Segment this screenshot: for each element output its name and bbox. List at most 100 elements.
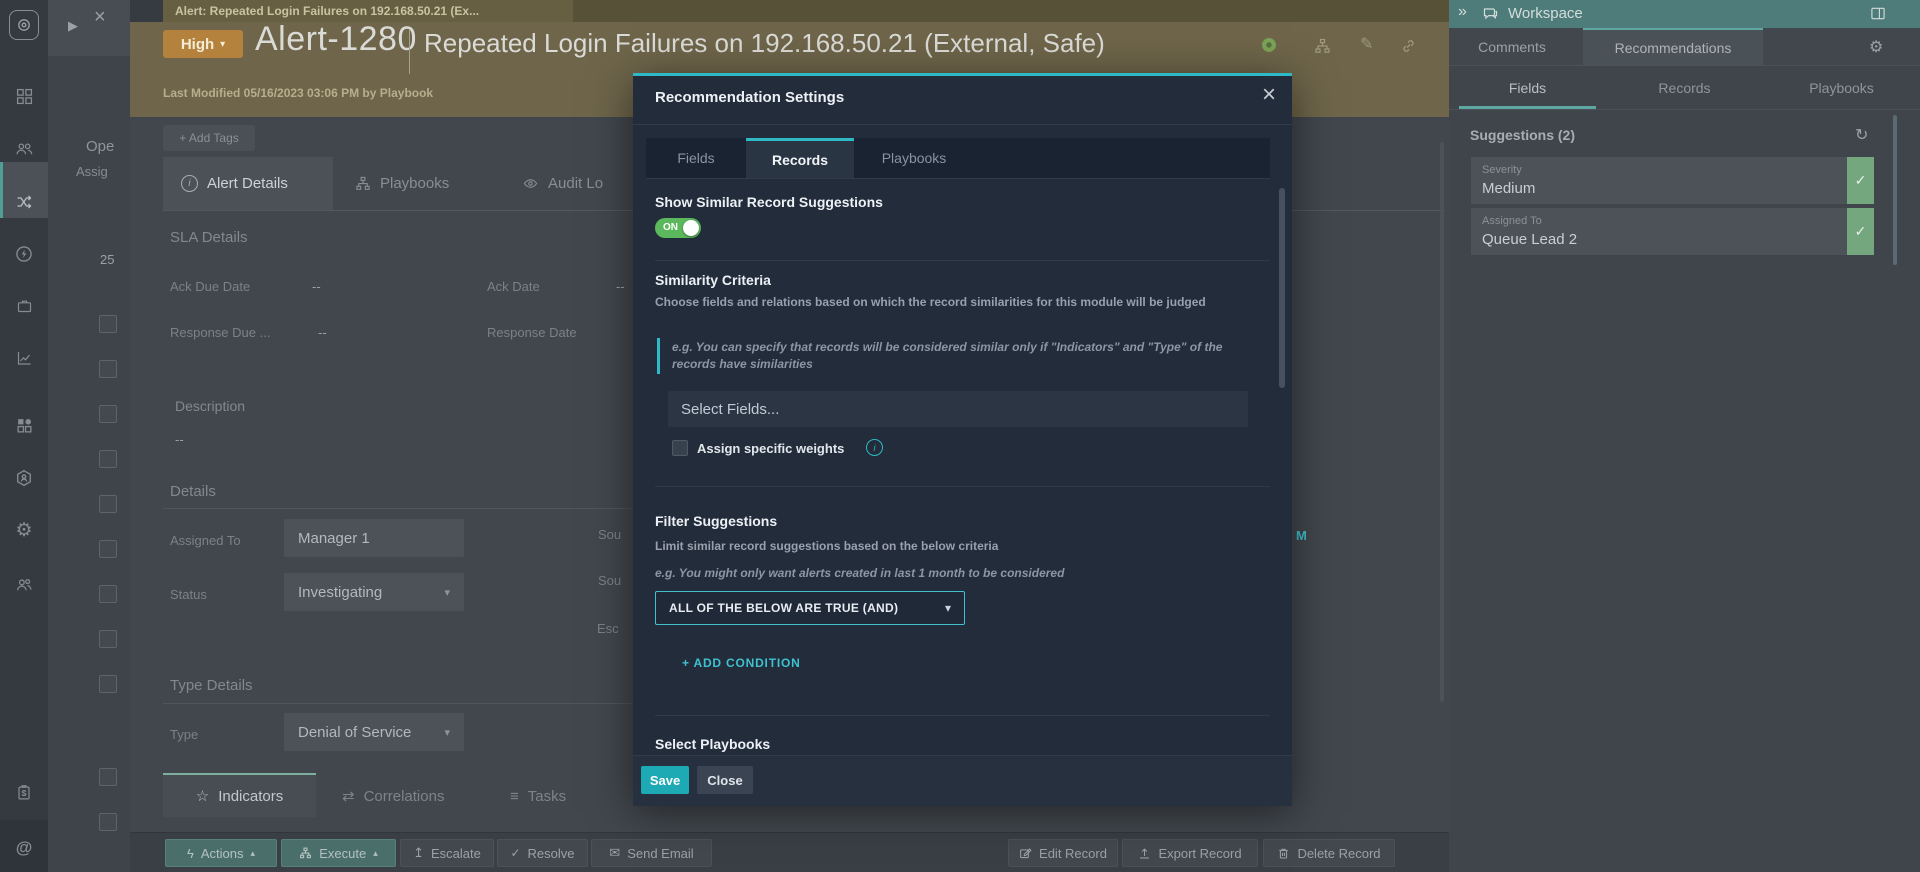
alert-title: Repeated Login Failures on 192.168.50.21… xyxy=(424,28,1105,59)
record-checkbox[interactable] xyxy=(99,768,117,786)
execute-button[interactable]: Execute ▴ xyxy=(281,839,396,867)
workspace-tab-comments[interactable]: Comments xyxy=(1452,28,1572,66)
resolve-check-icon: ✓ xyxy=(510,846,520,860)
delete-record-button[interactable]: Delete Record xyxy=(1263,839,1395,867)
playbook-running-icon[interactable] xyxy=(1260,36,1278,54)
weights-info-icon[interactable]: i xyxy=(866,439,883,456)
suggestions-heading: Suggestions (2) xyxy=(1470,127,1575,143)
select-fields-input[interactable]: Select Fields... xyxy=(668,391,1248,427)
app-logo[interactable] xyxy=(9,10,39,40)
tab-alert-details[interactable]: i Alert Details xyxy=(163,157,333,210)
nav-users-icon[interactable] xyxy=(12,572,36,596)
response-due-label: Response Due ... xyxy=(170,325,270,340)
resolve-button[interactable]: ✓ Resolve xyxy=(497,839,588,867)
modal-close-icon[interactable]: × xyxy=(1262,81,1276,109)
content-scrollbar[interactable] xyxy=(1440,142,1444,702)
close-panel-icon[interactable]: × xyxy=(94,6,106,29)
visual-correlation-icon[interactable] xyxy=(1314,38,1331,54)
nav-dashboard-icon[interactable] xyxy=(12,84,36,108)
nav-automation-icon[interactable] xyxy=(12,242,36,266)
record-checkbox[interactable] xyxy=(99,450,117,468)
export-record-button[interactable]: Export Record xyxy=(1122,839,1258,867)
workspace-scrollbar[interactable] xyxy=(1893,115,1897,265)
record-checkbox[interactable] xyxy=(99,405,117,423)
assign-weights-checkbox[interactable] xyxy=(672,440,688,456)
accept-suggestion-button[interactable]: ✓ xyxy=(1847,157,1874,204)
workspace-subtab-fields-label: Fields xyxy=(1509,80,1546,96)
type-value: Denial of Service xyxy=(298,724,411,741)
edit-record-button[interactable]: Edit Record xyxy=(1008,839,1118,867)
record-checkbox[interactable] xyxy=(99,540,117,558)
filter-suggestions-heading: Filter Suggestions xyxy=(655,513,777,529)
eye-icon xyxy=(522,176,539,191)
nav-team-icon[interactable] xyxy=(12,136,36,160)
severity-badge[interactable]: High ▾ xyxy=(163,30,243,58)
nav-widgets-icon[interactable] xyxy=(12,413,36,437)
edit-icon[interactable]: ✎ xyxy=(1360,34,1373,54)
assigned-to-field[interactable]: Manager 1 xyxy=(284,519,464,557)
condition-operator-select[interactable]: ALL OF THE BELOW ARE TRUE (AND) ▾ xyxy=(655,591,965,625)
tasks-icon: ≡ xyxy=(510,788,519,805)
link-icon[interactable] xyxy=(1400,38,1417,54)
workspace-tab-recommendations[interactable]: Recommendations xyxy=(1583,28,1763,66)
source2-label-fragment: Sou xyxy=(598,573,621,588)
modal-tab-fields[interactable]: Fields xyxy=(646,138,746,178)
collapse-workspace-icon[interactable]: » xyxy=(1458,3,1467,21)
tab-audit-log[interactable]: Audit Lo xyxy=(522,157,634,210)
logo-target-icon xyxy=(16,17,32,33)
tab-tasks[interactable]: ≡ Tasks xyxy=(510,775,590,817)
split-panel-icon[interactable] xyxy=(1870,6,1886,21)
nav-security-icon[interactable] xyxy=(12,466,36,490)
record-tab-strip: Alert: Repeated Login Failures on 192.16… xyxy=(130,0,1449,22)
add-tags-button[interactable]: + Add Tags xyxy=(163,125,255,151)
open-record-tab[interactable]: Alert: Repeated Login Failures on 192.16… xyxy=(163,0,573,22)
modal-scrollbar[interactable] xyxy=(1279,188,1285,388)
modal-tab-records-label: Records xyxy=(772,152,828,168)
nav-cases-icon[interactable] xyxy=(12,294,36,318)
record-checkbox[interactable] xyxy=(99,315,117,333)
nav-incidents-icon[interactable] xyxy=(12,190,36,214)
actions-button[interactable]: ϟ Actions ▴ xyxy=(165,839,277,867)
escalate-button[interactable]: ↥ Escalate xyxy=(400,839,494,867)
record-checkbox[interactable] xyxy=(99,360,117,378)
close-button-label: Close xyxy=(707,773,742,788)
send-email-button[interactable]: ✉ Send Email xyxy=(591,839,712,867)
modal-section-divider xyxy=(655,486,1270,487)
tab-strip-stub xyxy=(130,0,163,22)
show-similar-toggle[interactable]: ON xyxy=(655,218,701,238)
modal-tab-records[interactable]: Records xyxy=(746,138,854,178)
workspace-subtab-fields[interactable]: Fields xyxy=(1449,66,1606,110)
record-checkbox[interactable] xyxy=(99,813,117,831)
modal-tab-playbooks[interactable]: Playbooks xyxy=(854,138,974,178)
accept-suggestion-button[interactable]: ✓ xyxy=(1847,208,1874,255)
refresh-suggestions-icon[interactable]: ↻ xyxy=(1855,125,1868,145)
nav-audit-icon[interactable] xyxy=(12,780,36,804)
add-condition-link[interactable]: + ADD CONDITION xyxy=(682,656,801,670)
expand-panel-icon[interactable]: ▶ xyxy=(68,18,78,34)
record-checkbox[interactable] xyxy=(99,495,117,513)
workspace-settings-icon[interactable]: ⚙ xyxy=(1869,37,1883,57)
nav-settings-icon[interactable]: ⚙ xyxy=(12,518,36,542)
record-checkbox[interactable] xyxy=(99,675,117,693)
star-icon: ☆ xyxy=(196,787,209,805)
tab-correlations[interactable]: ⇄ Correlations xyxy=(342,775,472,817)
workspace-subtab-records[interactable]: Records xyxy=(1606,66,1763,110)
nav-reports-icon[interactable] xyxy=(12,346,36,370)
workspace-tabs-row: Comments Recommendations ⚙ xyxy=(1449,28,1920,66)
workspace-subtab-playbooks[interactable]: Playbooks xyxy=(1763,66,1920,110)
record-checkbox[interactable] xyxy=(99,585,117,603)
status-select[interactable]: Investigating ▾ xyxy=(284,573,464,611)
save-button[interactable]: Save xyxy=(641,766,689,794)
toggle-on-label: ON xyxy=(663,222,678,233)
record-checkbox[interactable] xyxy=(99,630,117,648)
suggestion-card-assigned-to[interactable]: Assigned To Queue Lead 2 ✓ xyxy=(1471,208,1874,255)
type-select[interactable]: Denial of Service ▾ xyxy=(284,713,464,751)
ack-due-date-label: Ack Due Date xyxy=(170,279,250,294)
tab-indicators[interactable]: ☆ Indicators xyxy=(163,773,316,817)
nav-help-icon[interactable]: @ xyxy=(12,836,36,860)
close-button[interactable]: Close xyxy=(697,766,753,794)
similarity-example-note: e.g. You can specify that records will b… xyxy=(657,338,1234,374)
escalation-label-fragment: Esc xyxy=(597,621,619,636)
suggestion-card-severity[interactable]: Severity Medium ✓ xyxy=(1471,157,1874,204)
tab-playbooks[interactable]: Playbooks xyxy=(355,157,485,210)
